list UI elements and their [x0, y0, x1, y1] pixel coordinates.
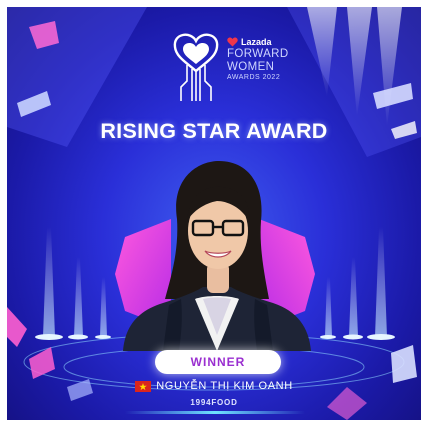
lazada-label: Lazada	[241, 37, 272, 47]
award-title: RISING STAR AWARD	[100, 119, 328, 143]
brand-line-awards-year: AWARDS 2022	[227, 74, 281, 81]
brand-line-forward: FORWARD	[227, 48, 289, 60]
lazada-logo-icon	[227, 37, 238, 47]
brand-line-women: WOMEN	[227, 60, 275, 73]
winner-name: NGUYỄN THỊ KIM OANH	[156, 380, 293, 392]
winner-name-row: NGUYỄN THỊ KIM OANH	[7, 380, 421, 392]
winner-portrait	[123, 161, 311, 351]
forward-women-logo-icon	[173, 33, 219, 101]
winner-company: 1994FOOD	[190, 398, 238, 407]
vietnam-flag-icon	[135, 380, 152, 392]
award-card: Lazada FORWARD WOMEN AWARDS 2022 RISING …	[7, 7, 421, 420]
winner-badge: WINNER	[155, 350, 281, 374]
award-brand-block: Lazada FORWARD WOMEN AWARDS 2022	[227, 36, 337, 82]
winner-label: WINNER	[190, 355, 246, 369]
name-underline-decoration	[125, 411, 305, 414]
